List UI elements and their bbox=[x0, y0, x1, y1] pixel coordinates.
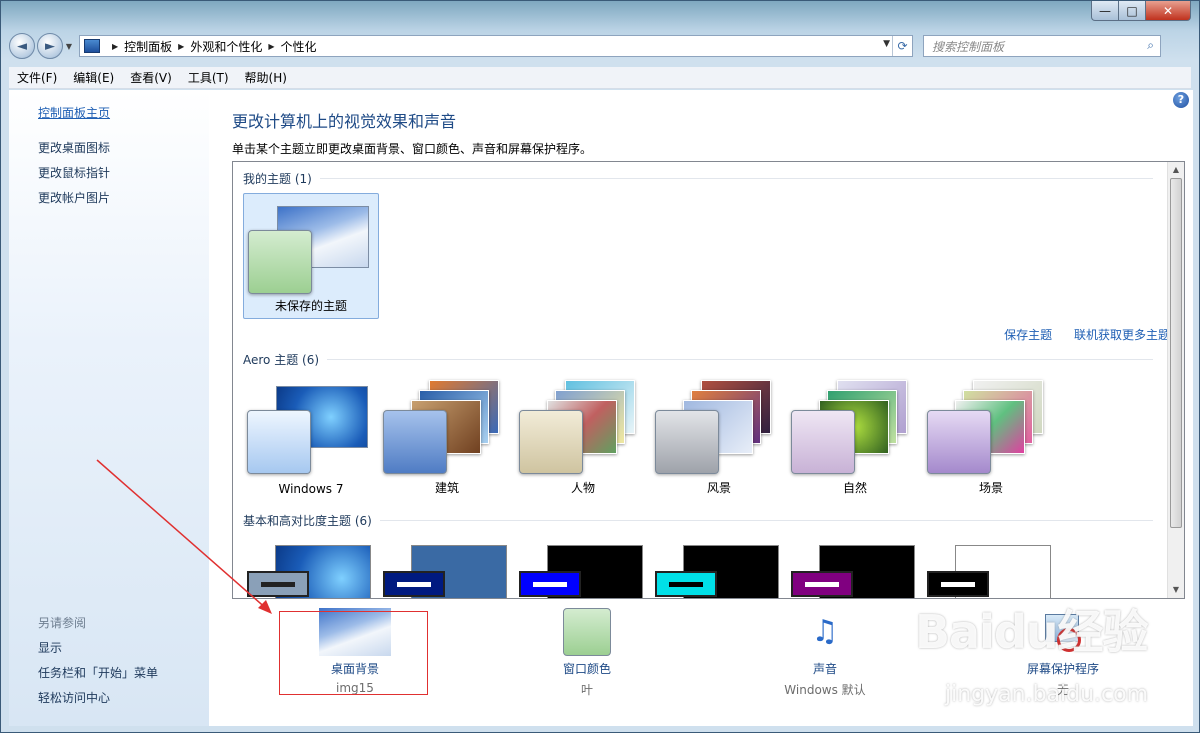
watermark-brand: Baidu经验 bbox=[915, 605, 1149, 659]
watermark-url: jingyan.baidu.com bbox=[945, 682, 1149, 707]
arrow-line bbox=[96, 459, 269, 611]
